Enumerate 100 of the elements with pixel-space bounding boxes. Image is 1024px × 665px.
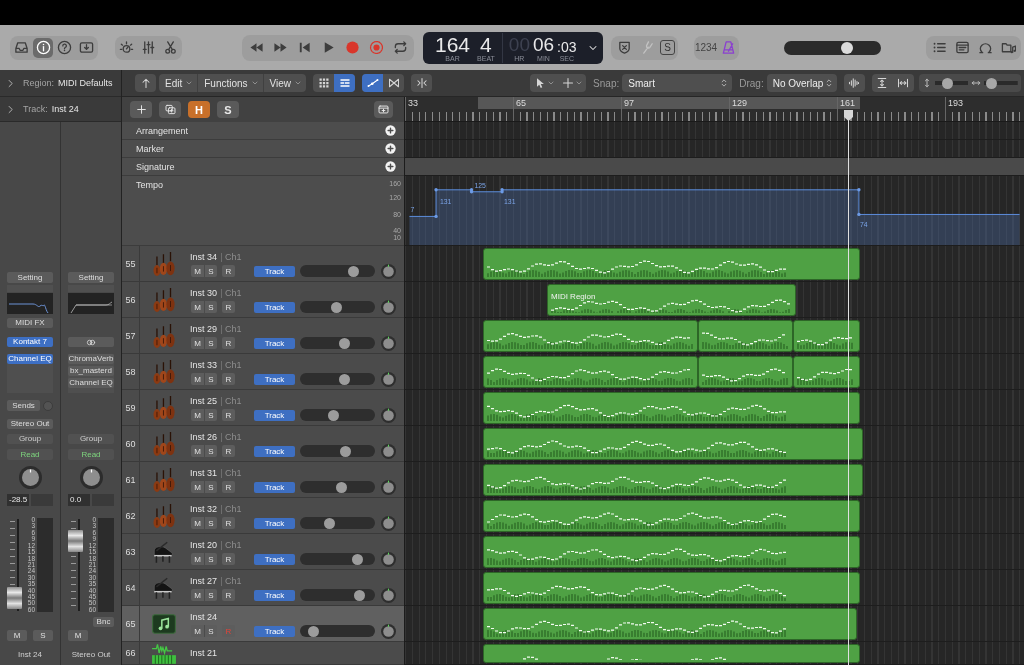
volume-slider[interactable] [300,301,375,313]
pan-knob[interactable] [381,263,396,279]
output-button[interactable]: Stereo Out [7,419,53,429]
volume-slider[interactable] [300,373,375,385]
midi-region[interactable] [483,536,860,568]
volume-value-field[interactable]: 0.0 [68,494,90,506]
track-header[interactable]: 55 Inst 34 Ch1 M S R Track [122,246,404,282]
slider-knob[interactable] [354,589,366,601]
pan-knob[interactable] [381,371,396,387]
volume-slider[interactable] [300,589,375,601]
slider-knob[interactable] [942,77,954,89]
pan-knob[interactable] [381,479,396,495]
automation-mode-button[interactable]: Track [254,589,295,601]
rec-button[interactable]: R [222,445,235,457]
pan-knob[interactable] [79,466,103,489]
automation-mode-button[interactable]: Track [254,553,295,565]
slider-knob[interactable] [841,41,854,54]
mute-button[interactable]: M [7,630,27,641]
solo-button[interactable]: S [204,517,217,529]
volume-slider[interactable] [300,481,375,493]
mute-button[interactable]: M [191,517,204,529]
midi-region[interactable] [698,320,793,352]
pan-knob[interactable] [381,407,396,423]
playhead[interactable] [843,110,854,665]
add-button[interactable] [385,161,396,172]
letter-button[interactable]: S [660,40,675,55]
list-button[interactable] [334,74,356,92]
solo-button[interactable]: S [204,337,217,349]
toggle-button[interactable]: H [188,101,210,118]
automation-button[interactable] [362,74,384,92]
volume-value-field[interactable]: -28.5 [7,494,29,506]
automation-mode-button[interactable]: Read [7,449,53,460]
track-header[interactable]: 61 Inst 31 Ch1 M S R Track [122,462,404,498]
back-button[interactable] [135,74,156,92]
add-button[interactable] [385,125,396,136]
pan-knob[interactable] [381,551,396,567]
menu-button[interactable]: View [263,74,307,92]
slider-knob[interactable] [328,409,340,421]
automation-mode-button[interactable]: Track [254,409,295,421]
tempo-node[interactable] [434,214,438,219]
global-tracks-button[interactable] [374,101,393,118]
horizontal-zoom-slider[interactable] [984,77,1018,89]
midi-region[interactable] [698,356,793,388]
instrument-slot[interactable]: Kontakt 7 [7,337,53,347]
midi-region[interactable] [793,320,860,352]
volume-slider[interactable] [300,625,375,637]
snap-dropdown[interactable]: Smart [622,74,733,92]
master-volume-slider[interactable] [784,40,881,55]
rec-button[interactable]: R [222,265,235,277]
midi-region[interactable]: MIDI Region [547,284,796,316]
drag-dropdown[interactable]: No Overlap [766,74,837,92]
setting-button[interactable]: Setting [7,272,53,283]
slider-knob[interactable] [986,77,998,89]
chevron-button[interactable] [6,78,15,88]
setting-button[interactable]: Setting [68,272,114,283]
mute-button[interactable]: M [191,409,204,421]
slider-knob[interactable] [352,553,364,565]
track-header[interactable]: 65 Inst 24 M S R Track [122,606,404,642]
midi-region[interactable] [483,428,863,460]
rec-button[interactable]: R [222,589,235,601]
solo-button[interactable]: S [204,553,217,565]
add-button[interactable] [385,143,396,154]
mute-button[interactable]: M [191,337,204,349]
pan-knob[interactable] [381,515,396,531]
waveform-zoom-button[interactable] [843,74,865,92]
track-header[interactable]: 62 Inst 32 Ch1 M S R Track [122,498,404,534]
slider-knob[interactable] [335,481,347,493]
automation-mode-button[interactable]: Track [254,517,295,529]
catch-button[interactable] [411,74,433,92]
midi-region[interactable] [483,392,860,424]
midi-region[interactable] [483,464,863,496]
mute-button[interactable]: M [191,553,204,565]
automation-mode-button[interactable]: Track [254,625,295,637]
automation-mode-button[interactable]: Track [254,481,295,493]
slider-knob[interactable] [339,373,351,385]
track-header[interactable]: 58 Inst 33 Ch1 M S R Track [122,354,404,390]
solo-button[interactable]: S [204,373,217,385]
volume-slider[interactable] [300,445,375,457]
midi-region[interactable] [483,572,860,604]
rec-button[interactable]: R [222,301,235,313]
automation-mode-button[interactable]: Track [254,301,295,313]
menu-button[interactable]: Edit [159,74,199,92]
mute-button[interactable]: M [191,589,204,601]
slider-knob[interactable] [339,445,351,457]
bounce-button[interactable]: Bnc [93,617,114,627]
add-track-button[interactable] [130,101,152,118]
slider-knob[interactable] [324,517,336,529]
pan-knob[interactable] [381,299,396,315]
solo-button[interactable]: S [204,301,217,313]
solo-button[interactable]: S [204,445,217,457]
volume-slider[interactable] [300,337,375,349]
automation-mode-button[interactable]: Track [254,265,295,277]
info-button[interactable] [33,37,54,58]
pan-knob[interactable] [381,443,396,459]
mute-button[interactable]: M [191,373,204,385]
solo-button[interactable]: S [204,409,217,421]
pan-knob[interactable] [381,587,396,603]
pan-knob[interactable] [381,623,396,639]
midi-region[interactable] [483,356,698,388]
pan-knob[interactable] [18,466,42,489]
